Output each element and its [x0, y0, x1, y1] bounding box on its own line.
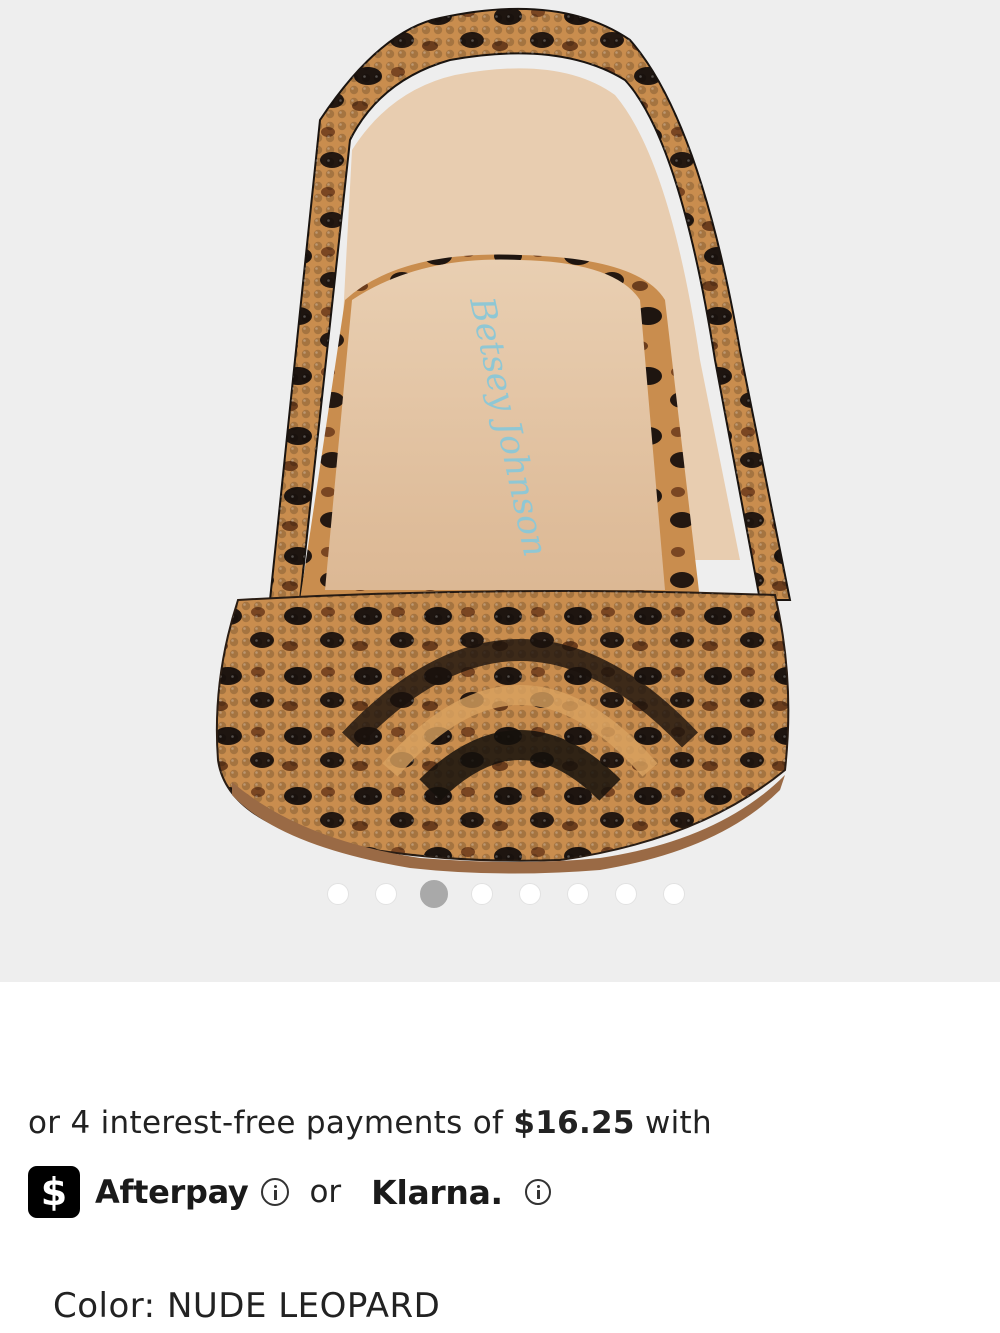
carousel-dot[interactable]	[615, 883, 637, 905]
carousel-dot[interactable]	[519, 883, 541, 905]
klarna-link[interactable]: Klarna.	[371, 1173, 503, 1212]
or-text: or	[309, 1174, 342, 1210]
carousel-dot[interactable]	[471, 883, 493, 905]
bnpl-providers: $ Afterpay or Klarna.	[28, 1164, 551, 1220]
carousel-dot[interactable]	[567, 883, 589, 905]
installment-suffix: with	[634, 1105, 712, 1141]
carousel-dot[interactable]	[375, 883, 397, 905]
installment-amount: $16.25	[513, 1105, 635, 1141]
installment-text: or 4 interest-free payments of $16.25 wi…	[28, 1105, 712, 1141]
product-image[interactable]: Betsey Johnson	[0, 0, 1000, 982]
color-selection-label: Color: NUDE LEOPARD	[53, 1286, 440, 1326]
carousel-dot[interactable]	[663, 883, 685, 905]
carousel-dot-active[interactable]	[420, 880, 448, 908]
color-value: NUDE LEOPARD	[166, 1286, 441, 1326]
carousel-pagination	[0, 880, 1000, 908]
afterpay-link[interactable]: Afterpay	[95, 1173, 249, 1211]
product-image-gallery[interactable]: Betsey Johnson	[0, 0, 1000, 982]
afterpay-info-icon[interactable]	[261, 1178, 290, 1206]
klarna-info-icon[interactable]	[524, 1179, 551, 1205]
color-label: Color:	[53, 1286, 156, 1326]
afterpay-logo-icon: $	[28, 1166, 80, 1218]
installment-prefix: or 4 interest-free payments of	[28, 1105, 514, 1141]
carousel-dot[interactable]	[327, 883, 349, 905]
